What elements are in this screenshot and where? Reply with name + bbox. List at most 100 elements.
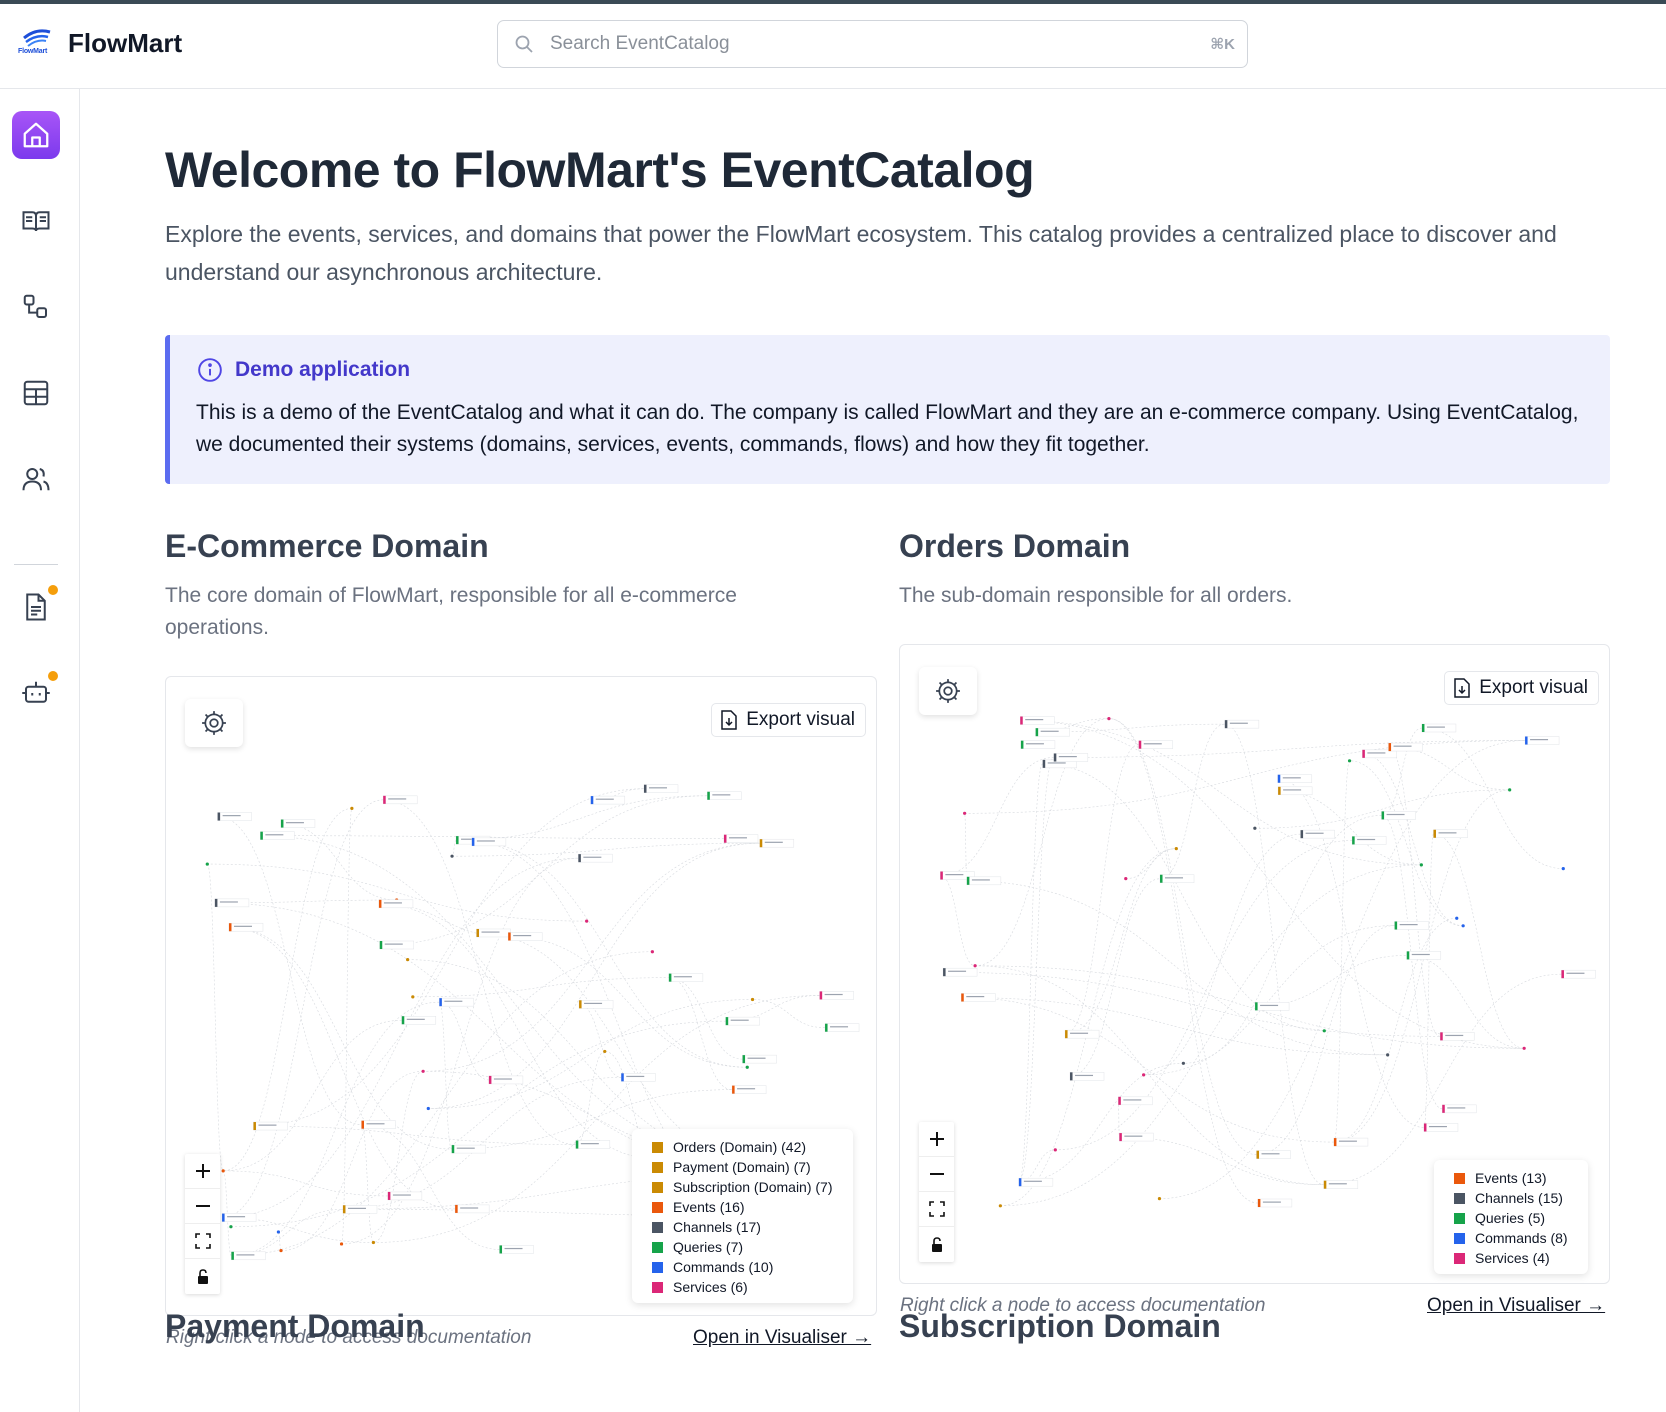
graph-node[interactable] bbox=[421, 1069, 425, 1073]
graph-node[interactable] bbox=[643, 784, 679, 793]
lock-button[interactable] bbox=[919, 1227, 954, 1262]
legend-item[interactable]: Subscription (Domain) (7) bbox=[652, 1177, 833, 1197]
graph-node[interactable] bbox=[1053, 753, 1089, 762]
graph-node[interactable] bbox=[1107, 716, 1111, 721]
search-input[interactable] bbox=[550, 33, 1150, 55]
graph-node[interactable] bbox=[745, 1065, 749, 1069]
graph-node[interactable] bbox=[966, 876, 1002, 886]
graph-node[interactable] bbox=[1561, 867, 1565, 871]
graph-node[interactable] bbox=[961, 993, 996, 1002]
graph-node[interactable] bbox=[1524, 736, 1560, 745]
sidebar-item-assistant[interactable] bbox=[12, 669, 60, 717]
graph-node[interactable] bbox=[471, 837, 507, 847]
graph-node[interactable] bbox=[1254, 1002, 1290, 1011]
graph-node[interactable] bbox=[1257, 1198, 1293, 1208]
graph-node[interactable] bbox=[1455, 916, 1459, 920]
legend-item[interactable]: Queries (7) bbox=[652, 1237, 833, 1257]
graph-node[interactable] bbox=[1118, 1096, 1153, 1106]
graph-node[interactable] bbox=[1351, 836, 1387, 845]
graph-node[interactable] bbox=[379, 940, 415, 950]
sidebar-item-tables[interactable] bbox=[12, 369, 60, 417]
legend-item[interactable]: Commands (8) bbox=[1454, 1228, 1568, 1248]
graph-node[interactable] bbox=[280, 819, 316, 828]
export-visual-button[interactable]: Export visual bbox=[711, 703, 866, 737]
graph-node[interactable] bbox=[1253, 826, 1257, 830]
graph-node[interactable] bbox=[824, 1023, 860, 1032]
graph-node[interactable] bbox=[1064, 1029, 1100, 1039]
graph-node[interactable] bbox=[1508, 788, 1512, 792]
graph-node[interactable] bbox=[1138, 740, 1174, 749]
graph-node[interactable] bbox=[942, 967, 978, 977]
sidebar-item-flows[interactable] bbox=[12, 283, 60, 331]
graph-node[interactable] bbox=[1333, 1137, 1369, 1147]
graph-node[interactable] bbox=[507, 932, 543, 941]
graph-node[interactable] bbox=[1035, 727, 1070, 737]
graph-node[interactable] bbox=[650, 950, 654, 954]
graph-node[interactable] bbox=[1124, 876, 1128, 881]
legend-item[interactable]: Queries (5) bbox=[1454, 1208, 1568, 1228]
graph-node[interactable] bbox=[221, 1213, 257, 1222]
graph-node[interactable] bbox=[382, 795, 418, 805]
graph-node[interactable] bbox=[499, 1245, 534, 1254]
graph-node[interactable] bbox=[590, 795, 626, 805]
ecommerce-visualiser[interactable]: Export visual Orders (Domain) (42) Payme… bbox=[165, 676, 877, 1316]
graph-node[interactable] bbox=[350, 806, 354, 810]
graph-node[interactable] bbox=[1381, 811, 1416, 820]
graph-node[interactable] bbox=[1388, 742, 1423, 752]
graph-node[interactable] bbox=[973, 964, 977, 968]
zoom-in-button[interactable] bbox=[919, 1122, 954, 1157]
graph-node[interactable] bbox=[621, 1073, 656, 1082]
graph-node[interactable] bbox=[1174, 847, 1178, 851]
graph-node[interactable] bbox=[253, 1121, 288, 1131]
legend-item[interactable]: Payment (Domain) (7) bbox=[652, 1157, 833, 1177]
orders-visualiser[interactable]: Export visual Events (13) Channels (15) … bbox=[899, 644, 1610, 1284]
graph-node[interactable] bbox=[1419, 863, 1423, 867]
graph-node[interactable] bbox=[371, 1240, 376, 1245]
legend-item[interactable]: Channels (15) bbox=[1454, 1188, 1568, 1208]
graph-node[interactable] bbox=[1461, 924, 1465, 928]
graph-node[interactable] bbox=[221, 1169, 225, 1173]
graph-node[interactable] bbox=[759, 838, 795, 848]
graph-node[interactable] bbox=[361, 1120, 396, 1129]
graph-node[interactable] bbox=[1386, 1053, 1390, 1057]
legend-item[interactable]: Orders (Domain) (42) bbox=[652, 1137, 833, 1157]
graph-node[interactable] bbox=[1322, 1029, 1326, 1033]
brand[interactable]: FlowMart FlowMart bbox=[18, 26, 182, 60]
zoom-in-button[interactable] bbox=[185, 1154, 220, 1189]
graph-node[interactable] bbox=[1433, 829, 1468, 839]
settings-button[interactable] bbox=[919, 667, 977, 715]
graph-node[interactable] bbox=[575, 1140, 611, 1149]
graph-node[interactable] bbox=[1277, 774, 1313, 783]
legend-item[interactable]: Channels (17) bbox=[652, 1217, 833, 1237]
graph-node[interactable] bbox=[451, 1144, 486, 1154]
lock-button[interactable] bbox=[185, 1259, 220, 1294]
graph-node[interactable] bbox=[342, 1205, 378, 1214]
graph-node[interactable] bbox=[1522, 1046, 1526, 1050]
graph-node[interactable] bbox=[276, 1230, 281, 1234]
graph-node[interactable] bbox=[1394, 921, 1429, 930]
graph-node[interactable] bbox=[750, 997, 755, 1002]
graph-node[interactable] bbox=[1277, 786, 1313, 796]
graph-node[interactable] bbox=[1561, 969, 1596, 979]
graph-node[interactable] bbox=[1323, 1180, 1359, 1189]
graph-node[interactable] bbox=[228, 922, 264, 932]
graph-node[interactable] bbox=[1439, 1032, 1475, 1041]
graph-node[interactable] bbox=[742, 1054, 777, 1064]
graph-node[interactable] bbox=[963, 811, 967, 815]
fit-view-button[interactable] bbox=[185, 1224, 220, 1259]
graph-node[interactable] bbox=[819, 991, 854, 1000]
graph-node[interactable] bbox=[488, 1075, 524, 1085]
graph-node[interactable] bbox=[1142, 1073, 1146, 1077]
graph-node[interactable] bbox=[1181, 1061, 1185, 1065]
graph-node[interactable] bbox=[1018, 1177, 1054, 1187]
legend-item[interactable]: Services (4) bbox=[1454, 1248, 1568, 1268]
graph-node[interactable] bbox=[1406, 951, 1442, 960]
graph-node[interactable] bbox=[1300, 829, 1335, 839]
graph-node[interactable] bbox=[725, 1016, 760, 1026]
graph-node[interactable] bbox=[585, 919, 589, 923]
graph-node[interactable] bbox=[707, 791, 742, 801]
graph-node[interactable] bbox=[454, 1204, 490, 1214]
graph-node[interactable] bbox=[1421, 723, 1457, 733]
graph-node[interactable] bbox=[603, 1049, 607, 1054]
graph-node[interactable] bbox=[214, 898, 250, 908]
